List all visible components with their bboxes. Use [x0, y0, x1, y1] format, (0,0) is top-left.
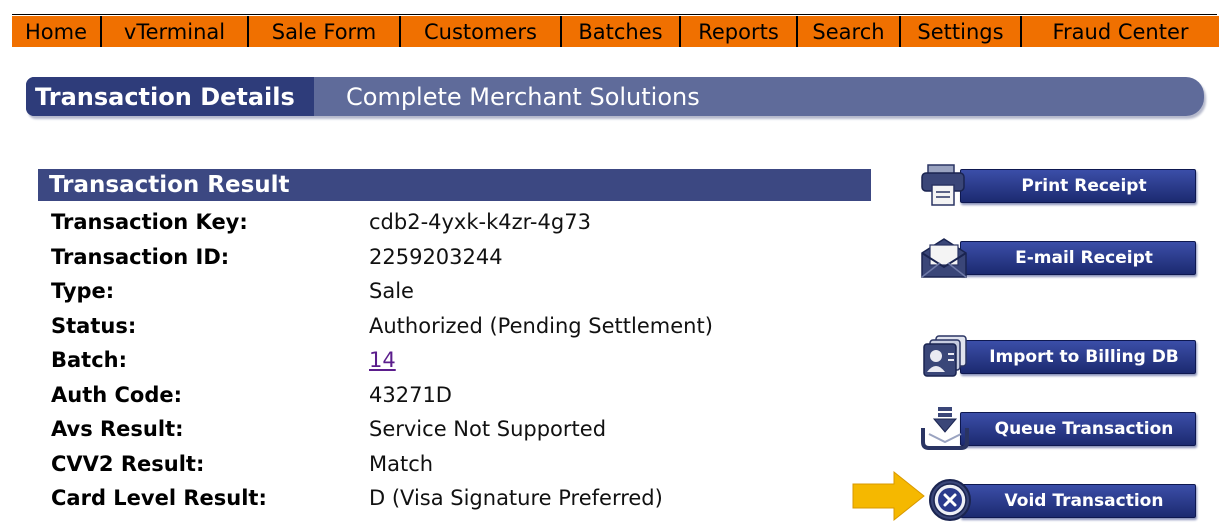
result-row: Avs Result: Service Not Supported — [51, 412, 871, 446]
nav-item-vterminal[interactable]: vTerminal — [102, 16, 247, 47]
cvv2-result-value: Match — [369, 452, 434, 476]
result-heading: Transaction Result — [38, 169, 871, 201]
result-row: Auth Code: 43271D — [51, 378, 871, 412]
result-row: Transaction Key: cdb2-4yxk-k4zr-4g73 — [51, 205, 871, 239]
print-receipt-label: Print Receipt — [960, 169, 1196, 203]
type-value: Sale — [369, 279, 414, 303]
result-row: Batch: 14 — [51, 343, 871, 377]
envelope-icon — [921, 238, 967, 278]
result-label: CVV2 Result: — [51, 452, 205, 476]
result-label: Auth Code: — [51, 383, 183, 407]
result-row: Card Level Result: D (Visa Signature Pre… — [51, 481, 871, 515]
auth-code-value: 43271D — [369, 383, 452, 407]
page-header: Transaction Details Complete Merchant So… — [26, 77, 1204, 116]
void-transaction-label: Void Transaction — [960, 484, 1196, 518]
avs-result-value: Service Not Supported — [369, 417, 607, 441]
nav-item-reports[interactable]: Reports — [681, 16, 796, 47]
result-row: Transaction ID: 2259203244 — [51, 240, 871, 274]
void-x-icon — [929, 479, 971, 521]
arrow-pointer-icon — [852, 470, 925, 522]
void-transaction-button[interactable]: Void Transaction — [920, 478, 1198, 522]
download-tray-icon — [921, 407, 969, 450]
result-label: Status: — [51, 314, 137, 338]
queue-transaction-label: Queue Transaction — [960, 412, 1196, 446]
page-title: Transaction Details — [26, 77, 314, 116]
status-value: Authorized (Pending Settlement) — [369, 314, 713, 338]
result-label: Transaction Key: — [51, 210, 248, 234]
batch-link[interactable]: 14 — [369, 348, 396, 372]
printer-icon — [921, 164, 965, 206]
queue-transaction-button[interactable]: Queue Transaction — [920, 406, 1198, 450]
nav-item-settings[interactable]: Settings — [901, 16, 1020, 47]
import-billing-label: Import to Billing DB — [960, 340, 1196, 374]
result-label: Transaction ID: — [51, 245, 230, 269]
transaction-id-value: 2259203244 — [369, 245, 503, 269]
card-level-value: D (Visa Signature Preferred) — [369, 486, 663, 510]
import-billing-button[interactable]: Import to Billing DB — [920, 334, 1198, 378]
email-receipt-label: E-mail Receipt — [960, 241, 1196, 275]
nav-item-batches[interactable]: Batches — [562, 16, 679, 47]
result-label: Avs Result: — [51, 417, 184, 441]
nav-item-home[interactable]: Home — [12, 16, 100, 47]
nav-item-customers[interactable]: Customers — [401, 16, 560, 47]
nav-item-search[interactable]: Search — [798, 16, 899, 47]
result-label: Card Level Result: — [51, 486, 267, 510]
result-row: CVV2 Result: Match — [51, 447, 871, 481]
result-label: Type: — [51, 279, 115, 303]
email-receipt-button[interactable]: E-mail Receipt — [920, 235, 1198, 279]
contact-card-icon — [923, 335, 967, 377]
main-nav: Home vTerminal Sale Form Customers Batch… — [12, 16, 1219, 47]
nav-top-rule — [12, 14, 1217, 15]
nav-item-fraud-center[interactable]: Fraud Center — [1022, 16, 1219, 47]
result-label: Batch: — [51, 348, 128, 372]
nav-item-sale-form[interactable]: Sale Form — [249, 16, 399, 47]
print-receipt-button[interactable]: Print Receipt — [920, 163, 1198, 207]
result-row: Status: Authorized (Pending Settlement) — [51, 309, 871, 343]
result-row: Type: Sale — [51, 274, 871, 308]
page-subtitle: Complete Merchant Solutions — [346, 82, 700, 111]
transaction-key-value: cdb2-4yxk-k4zr-4g73 — [369, 210, 591, 234]
